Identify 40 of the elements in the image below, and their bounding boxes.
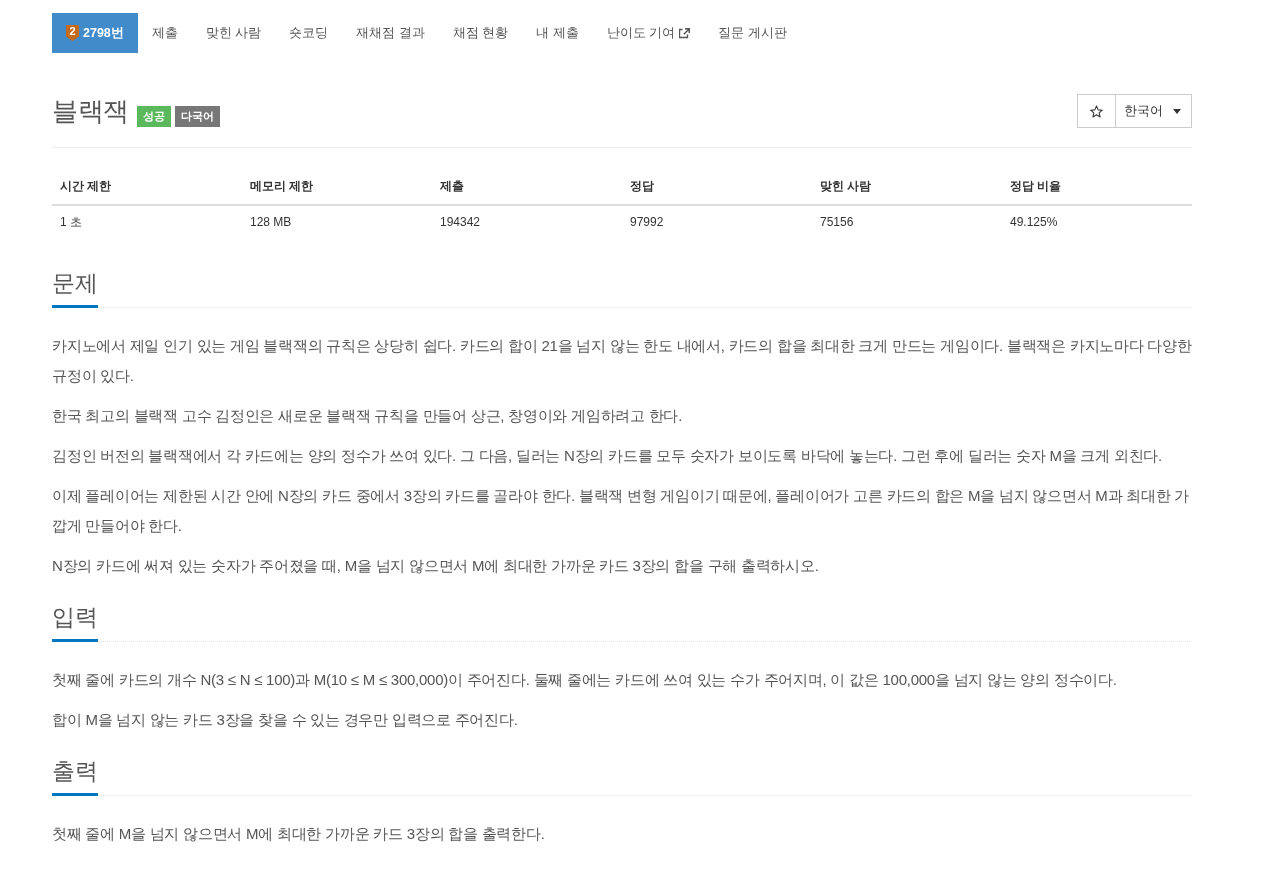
table-cell: 75156 (812, 205, 1002, 240)
column-header: 메모리 제한 (242, 168, 432, 205)
paragraph: 합이 M을 넘지 않는 카드 3장을 찾을 수 있는 경우만 입력으로 주어진다. (52, 710, 519, 730)
tier-badge: 2 (66, 25, 79, 41)
column-header: 맞힌 사람 (812, 168, 1002, 205)
paragraph: 첫째 줄에 M을 넘지 않으면서 M에 최대한 가까운 카드 3장의 합을 출력한다. (52, 824, 546, 844)
nav-tab[interactable]: 맞힌 사람 (191, 13, 276, 53)
column-header: 정답 (622, 168, 812, 205)
nav-tab[interactable]: 제출 (137, 13, 192, 53)
paragraph: 첫째 줄에 카드의 개수 N(3 ≤ N ≤ 100)과 M(10 ≤ M ≤ 300,000)이 주어진다. 둘째 줄에는 카드에 쓰여 있는 수가 주어지며, 이 값은 100,000을 넘지 않는 양의 정수이다. (52, 670, 1118, 690)
table-cell: 194342 (432, 205, 622, 240)
table-cell: 1 초 (52, 205, 242, 240)
paragraph: 이제 플레이어는 제한된 시간 안에 N장의 카드 중에서 3장의 카드를 골라야 한다. 블랙잭 변형 게임이기 때문에, 플레이어가 고른 카드의 합은 M을 넘지 않으면서 M과 최대한 가깝게 만들어야 한다. (52, 486, 1191, 536)
paragraph: 김정인 버전의 블랙잭에서 각 카드에는 양의 정수가 쓰여 있다. 그 다음, 딜러는 N장의 카드를 모두 숫자가 보이도록 바닥에 놓는다. 그런 후에 딜러는 숫자 M을 크게 외친다. (52, 446, 1163, 466)
favorite-button[interactable] (1077, 94, 1116, 128)
nav-tab[interactable]: 질문 게시판 (704, 13, 801, 53)
section-heading: 출력 (52, 758, 98, 796)
column-header: 시간 제한 (52, 168, 242, 205)
table-cell: 97992 (622, 205, 812, 240)
paragraph: 한국 최고의 블랙잭 고수 김정인은 새로운 블랙잭 규칙을 만들어 상근, 창영이와 게임하려고 한다. (52, 406, 684, 426)
paragraph: 카지노에서 제일 인기 있는 게임 블랙잭의 규칙은 상당히 쉽다. 카드의 합이 21을 넘지 않는 한도 내에서, 카드의 합을 최대한 크게 만드는 게임이다. 블랙잭은 카지노마다 다양한 규정이 있다. (52, 336, 1192, 386)
status-label: 다국어 (174, 106, 220, 127)
nav-tab[interactable]: 난이도 기여 (592, 13, 705, 53)
star-icon (1090, 104, 1103, 118)
paragraph: N장의 카드에 써져 있는 숫자가 주어졌을 때, M을 넘지 않으면서 M에 최대한 가까운 카드 3장의 합을 구해 출력하시오. (52, 556, 820, 576)
table-cell: 49.125% (1002, 205, 1192, 240)
language-dropdown[interactable]: 한국어 (1116, 94, 1192, 128)
caret-icon (1173, 108, 1181, 114)
nav-tab[interactable]: 2 2798번 (52, 13, 138, 53)
status-label: 성공 (136, 106, 171, 127)
problem-title: 블랙잭 (52, 95, 129, 128)
nav-tab[interactable]: 숏코딩 (275, 13, 343, 53)
column-header: 제출 (432, 168, 622, 205)
table-cell: 128 MB (242, 205, 432, 240)
nav-tab[interactable]: 재채점 결과 (342, 13, 439, 53)
column-header: 정답 비율 (1002, 168, 1192, 205)
section-heading: 입력 (52, 604, 98, 642)
nav-tab[interactable]: 채점 현황 (438, 13, 523, 53)
section-heading: 문제 (52, 270, 98, 308)
nav-tab[interactable]: 내 제출 (522, 13, 593, 53)
